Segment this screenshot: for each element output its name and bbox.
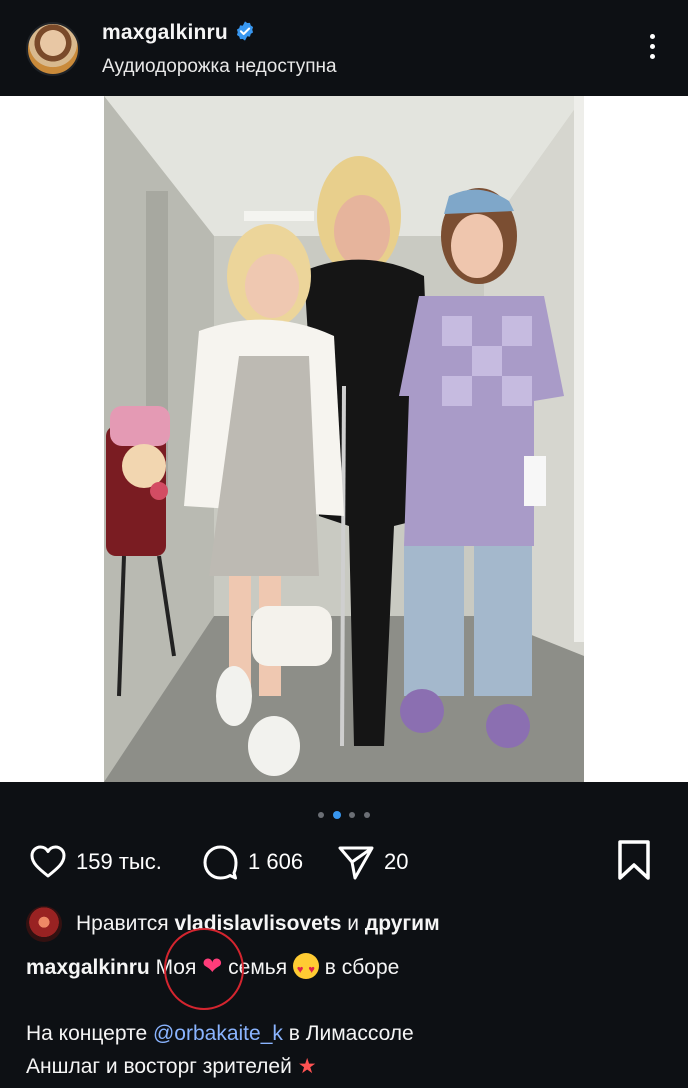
shares-count[interactable]: 20 — [384, 849, 408, 875]
profile-avatar[interactable] — [26, 22, 80, 76]
post-media[interactable] — [0, 96, 688, 782]
heart-eyes-emoji — [292, 953, 319, 984]
dancer-emoji: ★ — [297, 1054, 317, 1078]
verified-badge-icon — [236, 21, 253, 41]
carousel-dot — [318, 811, 325, 818]
more-options-button[interactable] — [644, 34, 660, 66]
caption-text-part2: семья — [228, 956, 288, 979]
action-bar: 159 тыс. 1 606 20 — [0, 838, 688, 886]
more-dot — [649, 54, 655, 59]
post-caption: maxgalkinru Моя ❤ семья в сборе — [26, 952, 666, 984]
likes-others-link[interactable]: другим — [365, 912, 440, 936]
post-body: На концерте @orbakaite_k в Лимассоле Анш… — [26, 1018, 666, 1083]
more-dot — [649, 44, 655, 49]
heart-outline-icon — [30, 845, 66, 878]
likes-summary[interactable]: Нравится vladislavlisovets и другим — [26, 906, 440, 942]
audio-status[interactable]: Аудиодорожка недоступна — [102, 56, 337, 78]
like-button[interactable]: 159 тыс. — [28, 838, 162, 886]
post-header: maxgalkinru Аудиодорожка недоступна — [0, 0, 688, 96]
carousel-dot-active — [332, 810, 341, 819]
share-button[interactable]: 20 — [336, 838, 408, 886]
liker-avatar[interactable] — [26, 906, 62, 942]
carousel-dot — [349, 811, 356, 818]
comment-button[interactable]: 1 606 — [200, 838, 303, 886]
comments-count[interactable]: 1 606 — [248, 849, 303, 875]
body-line2-text: Аншлаг и восторг зрителей — [26, 1055, 292, 1078]
post-author[interactable]: maxgalkinru — [102, 20, 256, 45]
body-line-1: На концерте @orbakaite_k в Лимассоле — [26, 1018, 666, 1050]
liker-username[interactable]: vladislavlisovets — [175, 912, 342, 936]
body-line1-suffix: в Лимассоле — [288, 1022, 414, 1045]
caption-text-part3: в сборе — [324, 956, 400, 979]
bookmark-outline-icon[interactable] — [614, 838, 654, 882]
likes-count[interactable]: 159 тыс. — [76, 849, 162, 875]
likes-joiner: и — [347, 912, 360, 935]
caption-text-part1: Моя — [155, 956, 197, 979]
carousel-indicator — [0, 806, 688, 824]
body-line-2: Аншлаг и восторг зрителей ★ — [26, 1050, 666, 1083]
post-photo[interactable] — [104, 96, 584, 782]
post-author-name[interactable]: maxgalkinru — [102, 21, 228, 44]
more-vertical-icon — [649, 34, 655, 39]
comment-bubble-icon — [203, 845, 238, 880]
mention-link[interactable]: @orbakaite_k — [153, 1022, 283, 1045]
carousel-dot — [363, 811, 370, 818]
paper-plane-icon — [338, 846, 374, 880]
likes-prefix: Нравится — [76, 912, 169, 935]
caption-username[interactable]: maxgalkinru — [26, 956, 150, 979]
body-line1-prefix: На концерте — [26, 1022, 148, 1045]
photo-illustration — [104, 96, 584, 782]
pink-heart-emoji: ❤ — [202, 952, 223, 980]
